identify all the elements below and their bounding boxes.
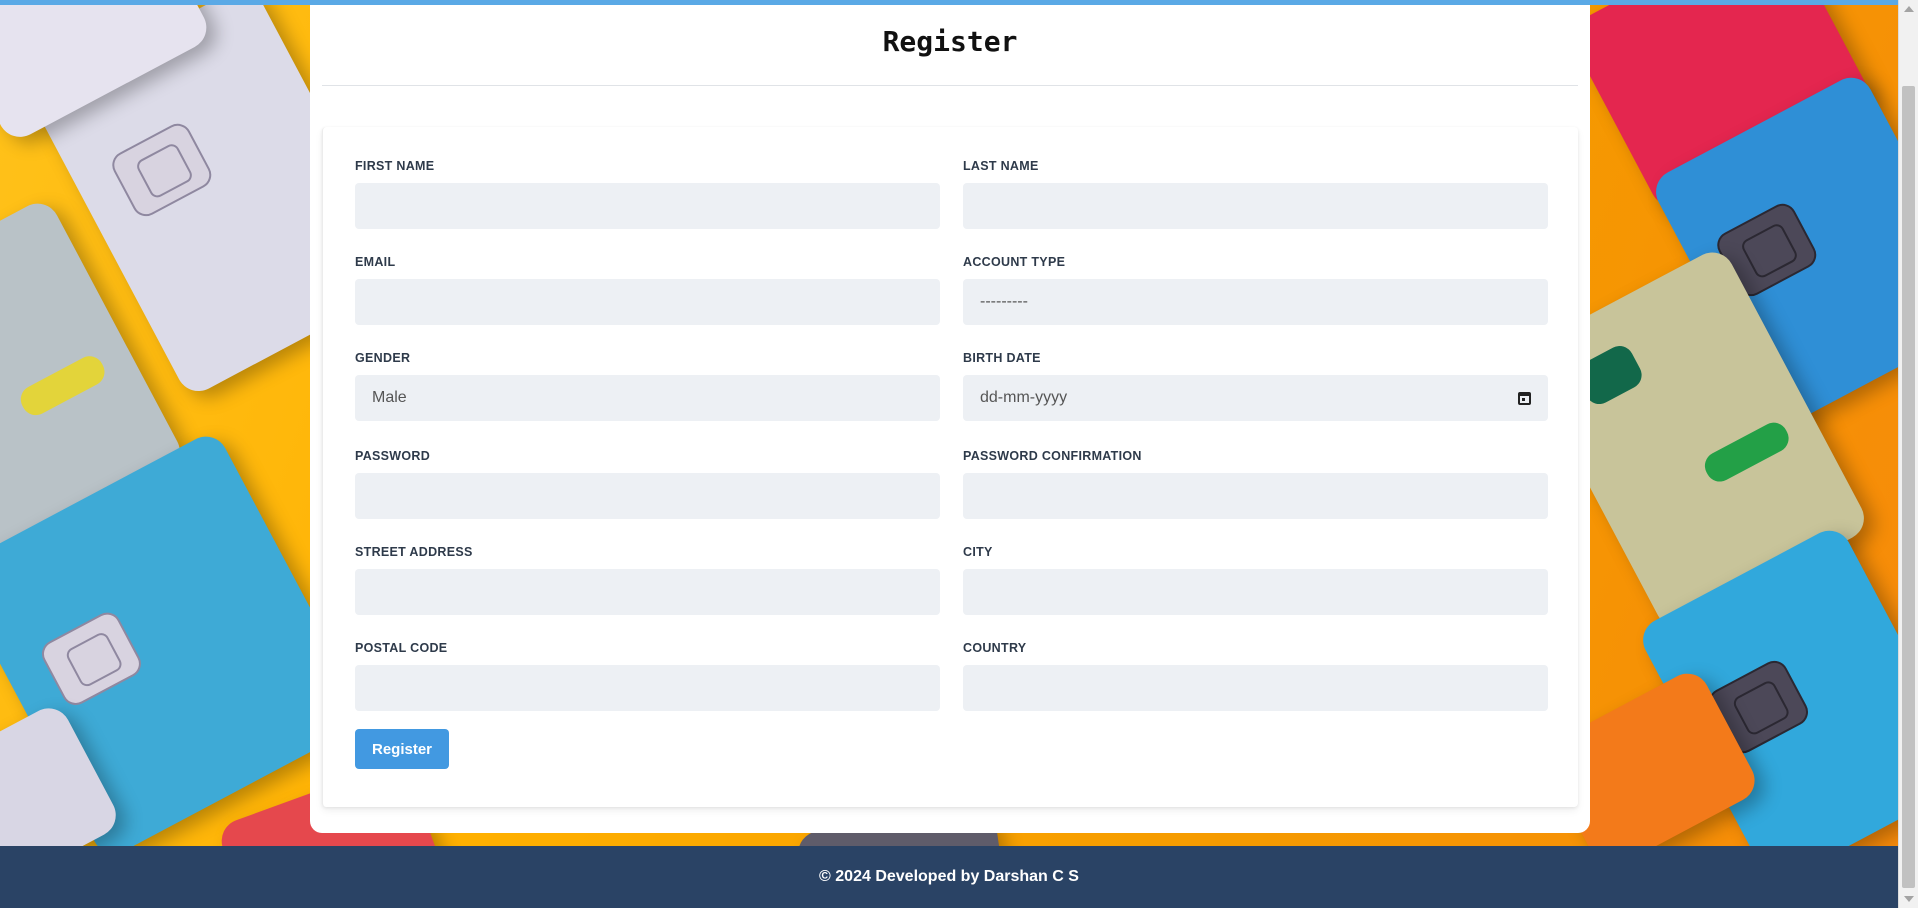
country-label: COUNTRY bbox=[963, 641, 1027, 655]
account-type-group: ACCOUNT TYPE --------- bbox=[963, 255, 1548, 325]
birth-date-group: BIRTH DATE dd-mm-yyyy bbox=[963, 351, 1548, 421]
postal-code-label: POSTAL CODE bbox=[355, 641, 448, 655]
birth-date-placeholder: dd-mm-yyyy bbox=[980, 389, 1068, 406]
postal-code-group: POSTAL CODE bbox=[355, 641, 940, 711]
last-name-label: LAST NAME bbox=[963, 159, 1039, 173]
last-name-input[interactable] bbox=[963, 183, 1548, 229]
password-confirmation-label: PASSWORD CONFIRMATION bbox=[963, 449, 1142, 463]
email-group: EMAIL bbox=[355, 255, 940, 325]
first-name-input[interactable] bbox=[355, 183, 940, 229]
street-address-group: STREET ADDRESS bbox=[355, 545, 940, 615]
gender-value: Male bbox=[372, 389, 407, 406]
password-group: PASSWORD bbox=[355, 449, 940, 519]
country-group: COUNTRY bbox=[963, 641, 1548, 711]
page-title: Register bbox=[882, 25, 1018, 58]
scrollbar[interactable] bbox=[1898, 0, 1918, 908]
calendar-icon[interactable] bbox=[1518, 391, 1531, 405]
password-confirmation-group: PASSWORD CONFIRMATION bbox=[963, 449, 1548, 519]
title-divider bbox=[322, 85, 1578, 86]
password-label: PASSWORD bbox=[355, 449, 431, 463]
account-type-label: ACCOUNT TYPE bbox=[963, 255, 1066, 269]
card-chip-image bbox=[107, 118, 217, 222]
register-form: FIRST NAME LAST NAME EMAIL ACCOUNT TYPE … bbox=[322, 127, 1578, 807]
gender-label: GENDER bbox=[355, 351, 411, 365]
last-name-group: LAST NAME bbox=[963, 159, 1548, 229]
scroll-up-arrow-icon[interactable] bbox=[1904, 6, 1914, 12]
register-button[interactable]: Register bbox=[355, 729, 449, 769]
account-type-select[interactable]: --------- bbox=[963, 279, 1548, 325]
birth-date-label: BIRTH DATE bbox=[963, 351, 1041, 365]
city-input[interactable] bbox=[963, 569, 1548, 615]
street-address-label: STREET ADDRESS bbox=[355, 545, 473, 559]
birth-date-input[interactable]: dd-mm-yyyy bbox=[963, 375, 1548, 421]
account-type-value: --------- bbox=[980, 293, 1028, 310]
card-chip-image bbox=[37, 607, 146, 710]
gender-group: GENDER Male bbox=[355, 351, 940, 421]
first-name-label: FIRST NAME bbox=[355, 159, 435, 173]
footer: © 2024 Developed by Darshan C S bbox=[0, 846, 1898, 908]
first-name-group: FIRST NAME bbox=[355, 159, 940, 229]
password-confirmation-input[interactable] bbox=[963, 473, 1548, 519]
gender-select[interactable]: Male bbox=[355, 375, 940, 421]
postal-code-input[interactable] bbox=[355, 665, 940, 711]
city-group: CITY bbox=[963, 545, 1548, 615]
city-label: CITY bbox=[963, 545, 993, 559]
street-address-input[interactable] bbox=[355, 569, 940, 615]
email-input[interactable] bbox=[355, 279, 940, 325]
register-panel: Register FIRST NAME LAST NAME EMAIL ACCO… bbox=[310, 5, 1590, 833]
footer-text: © 2024 Developed by Darshan C S bbox=[819, 868, 1079, 885]
password-input[interactable] bbox=[355, 473, 940, 519]
email-label: EMAIL bbox=[355, 255, 396, 269]
country-input[interactable] bbox=[963, 665, 1548, 711]
scrollbar-thumb[interactable] bbox=[1902, 86, 1915, 888]
scroll-down-arrow-icon[interactable] bbox=[1904, 896, 1914, 902]
